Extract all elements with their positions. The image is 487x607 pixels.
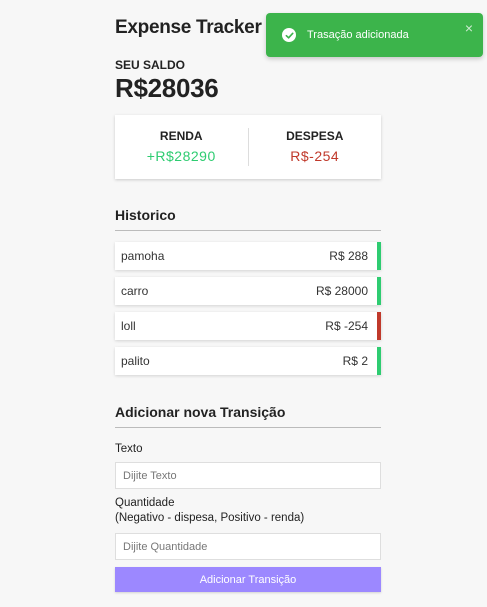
transaction-amount: R$ 288	[329, 249, 368, 263]
amount-hint: (Negativo - dispesa, Positivo - renda)	[115, 512, 305, 524]
income-column: RENDA +R$28290	[115, 115, 248, 179]
balance-value: R$28036	[115, 73, 219, 103]
text-label: Texto	[115, 443, 143, 455]
transaction-item[interactable]: palito R$ 2	[115, 347, 381, 375]
toast-message: Trasação adicionada	[307, 29, 409, 41]
success-toast: Trasação adicionada ×	[266, 13, 483, 57]
transaction-amount: R$ 2	[342, 354, 368, 368]
close-icon[interactable]: ×	[465, 20, 473, 36]
expense-column: DESPESA R$-254	[249, 115, 382, 179]
amount-label: Quantidade	[115, 497, 175, 509]
amount-input[interactable]	[115, 533, 381, 560]
app-title: Expense Tracker	[115, 17, 262, 38]
transaction-amount: R$ -254	[325, 319, 368, 333]
transaction-amount: R$ 28000	[315, 284, 368, 298]
check-circle-icon	[282, 28, 296, 42]
transaction-text: pamoha	[121, 249, 165, 263]
expense-label: DESPESA	[286, 129, 344, 143]
transaction-item[interactable]: carro R$ 28000	[115, 277, 381, 305]
history-title: Historico	[115, 207, 381, 231]
transaction-item[interactable]: loll R$ -254	[115, 312, 381, 340]
transaction-text: loll	[121, 319, 136, 333]
transaction-list: pamoha R$ 288 carro R$ 28000 loll R$ -25…	[115, 242, 381, 382]
add-transaction-button[interactable]: Adicionar Transição	[115, 567, 381, 592]
income-label: RENDA	[159, 129, 203, 143]
expense-value: R$-254	[290, 148, 340, 164]
income-value: +R$28290	[146, 148, 216, 164]
balance-label: SEU SALDO	[115, 58, 186, 72]
transaction-item[interactable]: pamoha R$ 288	[115, 242, 381, 270]
text-input[interactable]	[115, 462, 381, 489]
transaction-text: carro	[121, 284, 149, 298]
income-expense-card: RENDA +R$28290 DESPESA R$-254	[115, 115, 381, 179]
transaction-text: palito	[121, 354, 150, 368]
add-transaction-title: Adicionar nova Transição	[115, 404, 381, 428]
